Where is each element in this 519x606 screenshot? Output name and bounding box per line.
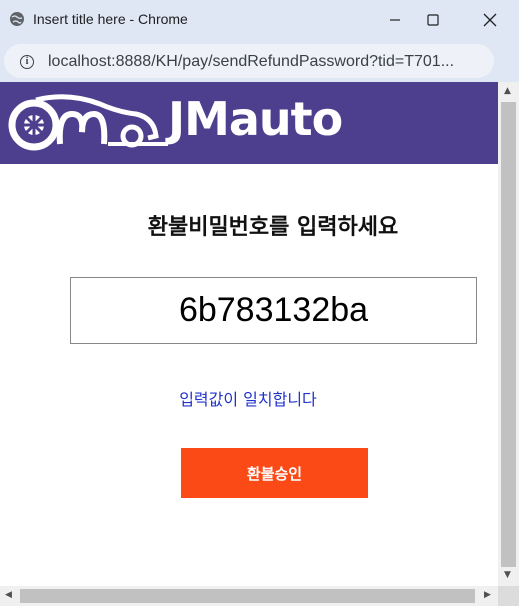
address-bar: i localhost:8888/KH/pay/sendRefundPasswo…	[0, 40, 519, 82]
scroll-right-icon[interactable]: ▶	[484, 590, 491, 600]
close-icon	[483, 13, 497, 27]
minimize-icon	[390, 19, 400, 21]
page-content: JMauto 환불비밀번호를 입력하세요 6b783132ba 입력값이 일치합…	[0, 82, 498, 586]
match-status-message: 입력값이 일치합니다	[179, 390, 317, 409]
header-banner: JMauto	[0, 82, 498, 164]
maximize-button[interactable]	[408, 0, 458, 40]
scroll-up-icon[interactable]: ▲	[504, 86, 511, 96]
close-button[interactable]	[465, 0, 515, 40]
address-field[interactable]: i localhost:8888/KH/pay/sendRefundPasswo…	[4, 44, 494, 78]
info-icon[interactable]: i	[20, 55, 34, 69]
url-text[interactable]: localhost:8888/KH/pay/sendRefundPassword…	[48, 53, 454, 71]
car-logo-icon	[8, 94, 168, 151]
page-heading: 환불비밀번호를 입력하세요	[147, 215, 399, 240]
refund-approve-button[interactable]: 환불승인	[181, 448, 368, 498]
brand-logo-text: JMauto	[168, 92, 343, 146]
horizontal-scrollbar[interactable]: ◀ ▶	[0, 586, 498, 606]
vertical-scroll-thumb[interactable]	[501, 102, 516, 567]
globe-icon	[10, 12, 24, 26]
scroll-down-icon[interactable]: ▼	[504, 570, 511, 580]
maximize-icon	[427, 14, 439, 26]
window-titlebar: Insert title here - Chrome	[0, 0, 519, 40]
window-title: Insert title here - Chrome	[33, 11, 188, 27]
vertical-scrollbar[interactable]: ▲ ▼	[498, 82, 519, 586]
scrollbar-corner	[498, 586, 519, 606]
refund-password-input[interactable]: 6b783132ba	[70, 277, 477, 344]
scroll-left-icon[interactable]: ◀	[5, 590, 12, 600]
horizontal-scroll-thumb[interactable]	[20, 589, 475, 603]
